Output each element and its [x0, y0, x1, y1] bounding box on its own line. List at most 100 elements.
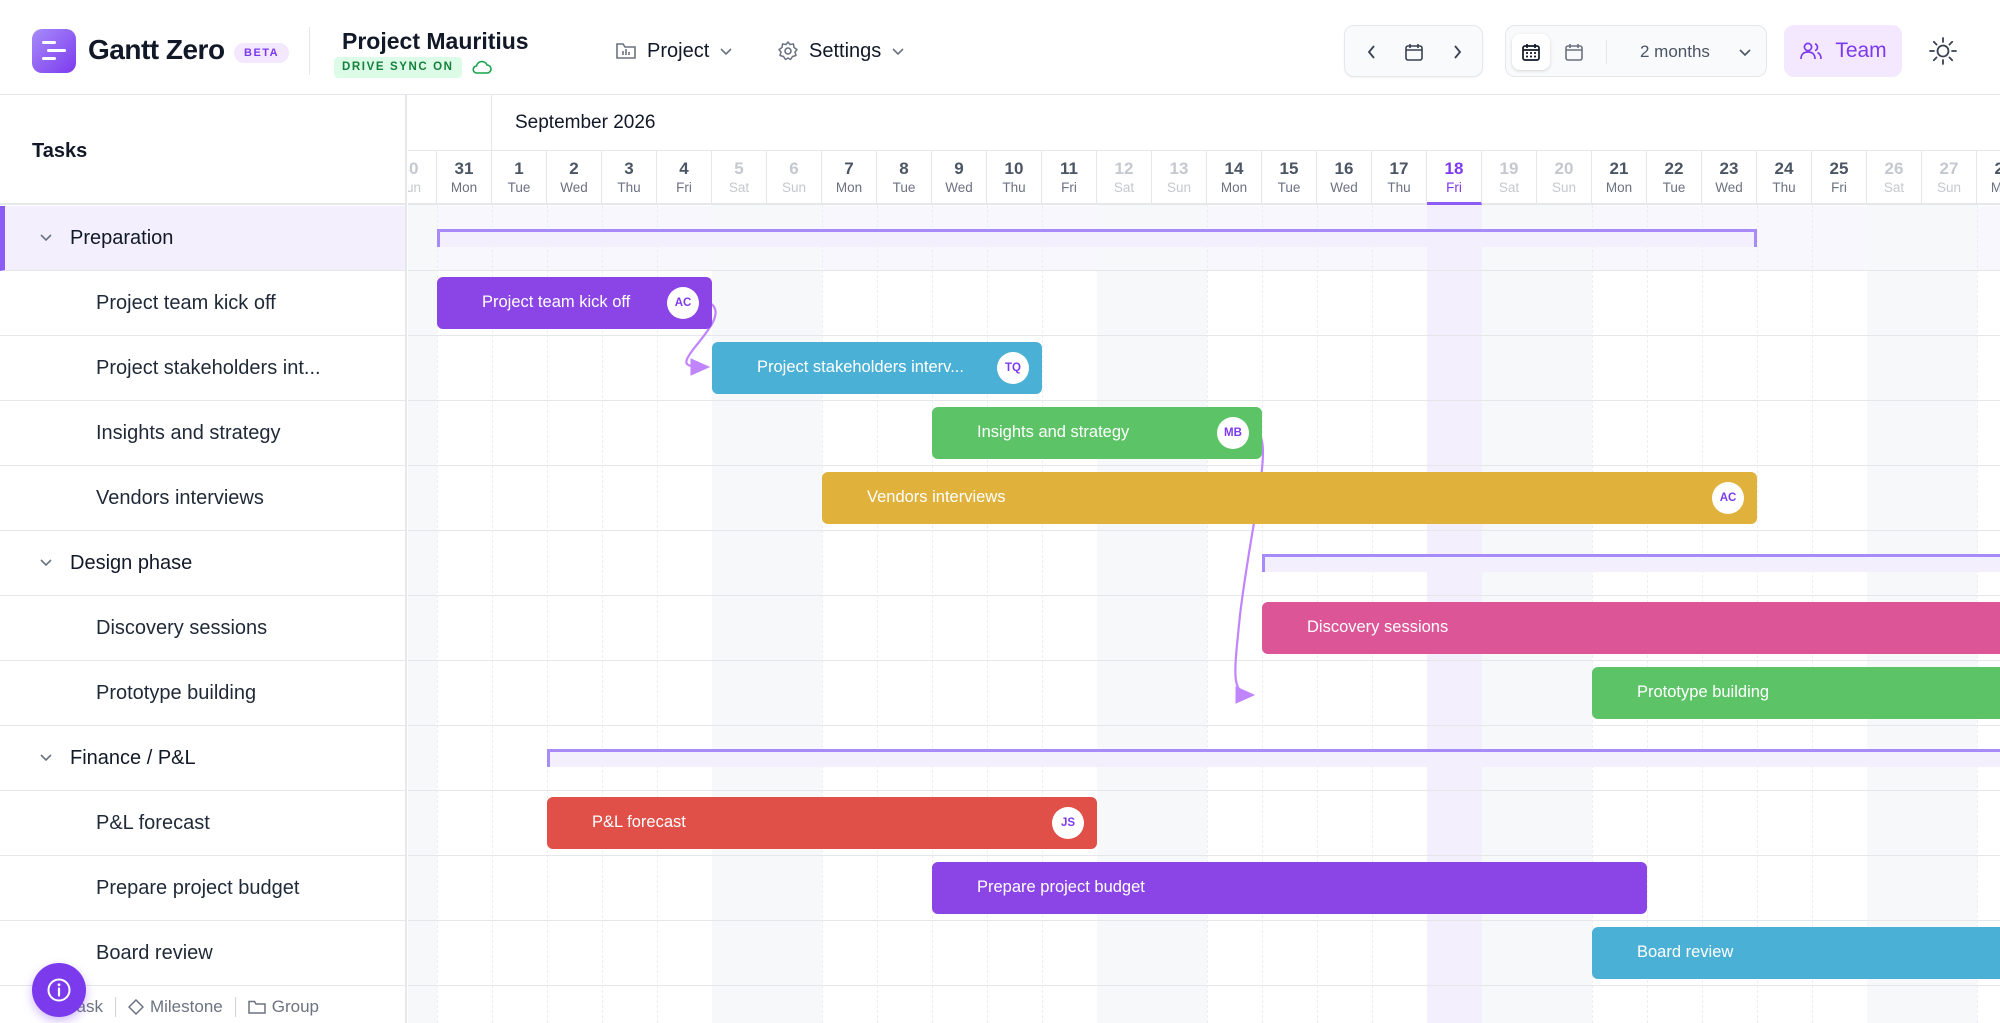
chevron-down-icon[interactable]: [39, 232, 53, 242]
footer-divider: [234, 996, 236, 1017]
today-button[interactable]: [1399, 37, 1429, 67]
range-select[interactable]: 2 months: [1640, 38, 1752, 66]
task-bar-label: Project stakeholders interv...: [757, 358, 964, 376]
diamond-icon: [127, 998, 144, 1015]
date-nav-group: [1344, 25, 1483, 77]
header-divider: [309, 27, 310, 75]
chevron-down-icon[interactable]: [39, 752, 53, 762]
calendar-icon: [1405, 44, 1423, 61]
add-milestone-button[interactable]: Milestone: [127, 996, 223, 1016]
task-row[interactable]: Prototype building: [0, 661, 405, 726]
task-row[interactable]: Insights and strategy: [0, 401, 405, 466]
users-icon: [1800, 42, 1823, 60]
info-button[interactable]: [32, 963, 86, 1017]
group-label: Finance / P&L: [70, 747, 196, 769]
calendar-grid-icon: [1522, 44, 1540, 61]
task-bar[interactable]: P&L forecast JS: [547, 797, 1097, 849]
add-group-label: Group: [271, 996, 319, 1016]
task-bar-label: Prototype building: [1637, 683, 1770, 701]
task-row[interactable]: Discovery sessions: [0, 596, 405, 661]
app-logo-icon: [32, 29, 76, 73]
gantt-app: Gantt Zero BETA Project Mauritius DRIVE …: [0, 0, 2000, 1023]
folder-chart-icon: [616, 43, 636, 59]
task-label: P&L forecast: [96, 812, 210, 834]
chevron-down-icon: [892, 48, 904, 56]
group-row[interactable]: Preparation: [0, 206, 405, 271]
days-view-button[interactable]: [1512, 34, 1550, 70]
cloud-icon: [472, 60, 492, 74]
dependency-arrow: [1234, 429, 1264, 704]
settings-menu-label: Settings: [809, 40, 882, 62]
footer-divider: [114, 996, 116, 1017]
task-bar[interactable]: Board review: [1592, 927, 2000, 979]
top-header: Gantt Zero BETA Project Mauritius DRIVE …: [0, 0, 2000, 95]
task-row[interactable]: P&L forecast: [0, 791, 405, 856]
timeline: September 2026 30Sun31Mon1Tue2Wed3Thu4Fr…: [408, 95, 2000, 1023]
add-group-button[interactable]: Group: [247, 996, 319, 1016]
team-button[interactable]: Team: [1784, 25, 1902, 77]
task-bar[interactable]: Prepare project budget: [932, 862, 1647, 914]
assignee-avatar[interactable]: JS: [1052, 807, 1084, 839]
group-row[interactable]: Finance / P&L: [0, 726, 405, 791]
task-row[interactable]: Project team kick off: [0, 271, 405, 336]
task-label: Prepare project budget: [96, 877, 300, 899]
task-label: Discovery sessions: [96, 617, 268, 639]
info-icon: [47, 978, 71, 1002]
weeks-view-button[interactable]: [1555, 34, 1593, 70]
add-milestone-label: Milestone: [149, 996, 223, 1016]
task-row[interactable]: Vendors interviews: [0, 466, 405, 531]
chevron-down-icon: [720, 48, 732, 56]
task-row[interactable]: Project stakeholders int...: [0, 336, 405, 401]
project-menu[interactable]: Project: [615, 36, 733, 66]
task-bar-label: P&L forecast: [592, 813, 686, 831]
assignee-avatar[interactable]: MB: [1217, 417, 1249, 449]
sun-icon[interactable]: [1928, 36, 1958, 66]
view-group-divider: [1606, 40, 1607, 64]
next-period-button[interactable]: [1442, 37, 1472, 67]
task-bar[interactable]: Vendors interviews AC: [822, 472, 1757, 524]
task-bar[interactable]: Project stakeholders interv... TQ: [712, 342, 1042, 394]
task-bar-label: Board review: [1637, 943, 1734, 961]
task-bar-label: Discovery sessions: [1307, 618, 1449, 636]
group-row[interactable]: Design phase: [0, 531, 405, 596]
gear-icon: [778, 41, 798, 61]
assignee-avatar[interactable]: AC: [1712, 482, 1744, 514]
prev-period-button[interactable]: [1357, 37, 1387, 67]
settings-menu[interactable]: Settings: [777, 36, 905, 66]
tasks-header-label: Tasks: [32, 140, 88, 162]
chevron-down-icon[interactable]: [39, 557, 53, 567]
group-label: Preparation: [70, 227, 174, 249]
assignee-avatar[interactable]: AC: [667, 287, 699, 319]
chevron-left-icon: [1367, 45, 1375, 59]
task-bar[interactable]: Discovery sessions: [1262, 602, 2000, 654]
team-button-label: Team: [1835, 39, 1887, 62]
group-label: Design phase: [70, 552, 193, 574]
task-label: Project team kick off: [96, 292, 276, 314]
task-panel-header: Tasks: [0, 95, 405, 205]
task-bar-label: Prepare project budget: [977, 878, 1145, 896]
beta-badge: BETA: [234, 43, 290, 63]
project-title[interactable]: Project Mauritius: [342, 28, 529, 55]
folder-icon: [247, 1000, 266, 1014]
task-label: Prototype building: [96, 682, 257, 704]
view-range-group: 2 months: [1505, 25, 1767, 77]
task-bar-label: Project team kick off: [482, 293, 631, 311]
task-bar[interactable]: Insights and strategy MB: [932, 407, 1262, 459]
chevron-down-icon: [1739, 49, 1751, 57]
chevron-right-icon: [1454, 45, 1462, 59]
task-bar[interactable]: Project team kick off AC: [437, 277, 712, 329]
task-bar-label: Vendors interviews: [867, 488, 1006, 506]
task-bar[interactable]: Prototype building: [1592, 667, 2000, 719]
assignee-avatar[interactable]: TQ: [997, 352, 1029, 384]
calendar-icon: [1565, 44, 1583, 61]
task-panel: Tasks Preparation Project team kick off Pr…: [0, 95, 407, 1023]
range-select-label: 2 months: [1640, 42, 1710, 61]
task-label: Vendors interviews: [96, 487, 264, 509]
task-row[interactable]: Prepare project budget: [0, 856, 405, 921]
drive-sync-badge: DRIVE SYNC ON: [334, 57, 462, 78]
task-label: Board review: [96, 942, 213, 964]
task-label: Insights and strategy: [96, 422, 281, 444]
task-label: Project stakeholders int...: [96, 357, 321, 379]
app-name: Gantt Zero: [88, 34, 225, 65]
project-menu-label: Project: [647, 40, 710, 62]
